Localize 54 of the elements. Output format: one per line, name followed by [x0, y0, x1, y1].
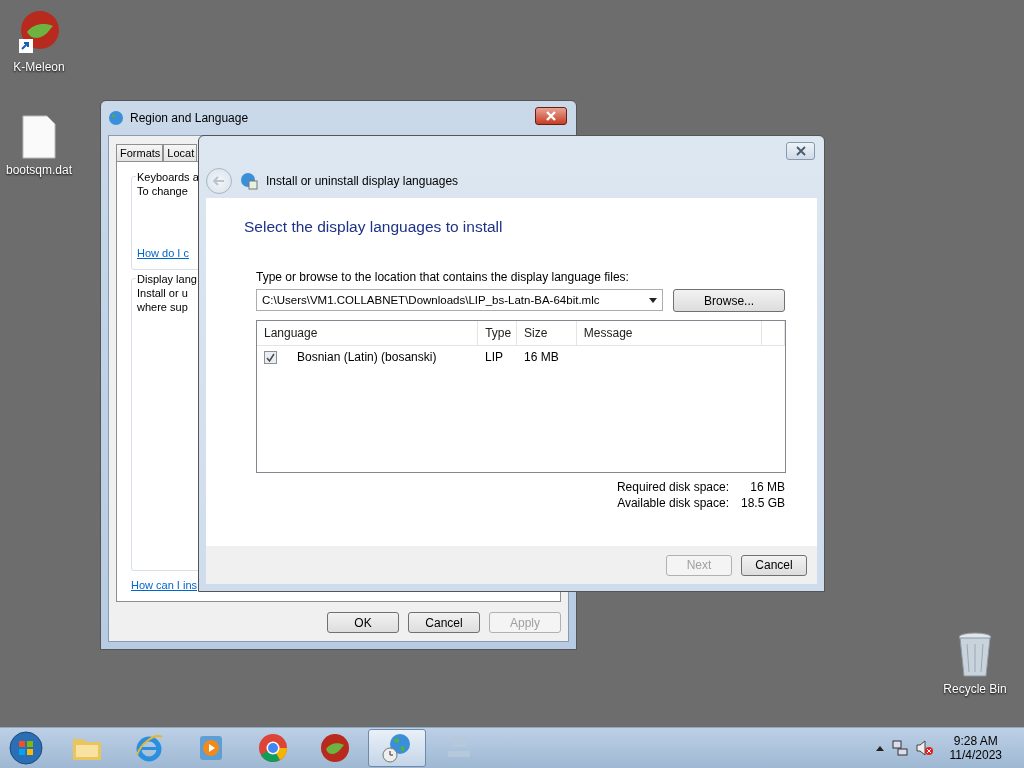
- checkbox[interactable]: [264, 350, 277, 364]
- dialog-button[interactable]: OK: [327, 612, 399, 633]
- browse-button[interactable]: Browse...: [673, 289, 785, 312]
- dialog-button[interactable]: Cancel: [741, 554, 807, 576]
- column-header[interactable]: Size: [517, 321, 577, 345]
- up-arrow-icon[interactable]: [875, 745, 884, 751]
- recycle-bin-icon: [957, 632, 993, 678]
- close-icon: [795, 146, 806, 156]
- disk-space-value: 18.5 GB: [739, 496, 785, 510]
- window-title: Region and Language: [130, 111, 249, 125]
- tab[interactable]: Locat: [163, 144, 198, 161]
- path-combobox[interactable]: C:\Users\VM1.COLLABNET\Downloads\LIP_bs-Latn-BA-64bit.mlc: [256, 289, 664, 311]
- column-header[interactable]: Type: [478, 321, 517, 345]
- globe-icon: [108, 110, 124, 126]
- start-button[interactable]: [6, 729, 46, 767]
- help-link[interactable]: How can I ins: [131, 579, 198, 591]
- clock-date[interactable]: 11/4/2023: [949, 748, 1002, 762]
- close-button[interactable]: [535, 107, 567, 125]
- lizard-icon: [16, 10, 62, 56]
- description-text: where sup: [137, 301, 188, 313]
- location-label: Type or browse to the location that contains the display language files:: [256, 270, 630, 284]
- back-arrow-icon: [213, 176, 225, 186]
- group-title: Display lang: [136, 273, 198, 285]
- dialog-button[interactable]: Cancel: [408, 612, 480, 633]
- chrome-logo-icon: [258, 733, 288, 763]
- page-heading: Select the display languages to install: [244, 218, 504, 236]
- column-header[interactable]: Message: [576, 321, 763, 345]
- disk-space-label: Required disk space:: [616, 480, 729, 494]
- play-icon: [198, 734, 224, 762]
- globe-clock-icon: [381, 732, 413, 764]
- clock-time[interactable]: 9:28 AM: [953, 734, 998, 748]
- globe-icon: [240, 172, 258, 190]
- tab[interactable]: Formats: [116, 144, 164, 161]
- close-button[interactable]: [786, 142, 815, 160]
- disk-space-value: 16 MB: [749, 480, 785, 494]
- disk-space-label: Available disk space:: [616, 496, 729, 510]
- dialog-title: Install or uninstall display languages: [266, 174, 459, 188]
- help-link[interactable]: How do I c: [137, 247, 189, 259]
- file-icon: [22, 115, 56, 159]
- lizard-icon: [320, 733, 350, 763]
- desktop-icon-label[interactable]: Recycle Bin: [943, 682, 1007, 696]
- caret-icon: [649, 297, 658, 303]
- table-cell-text: Bosnian (Latin) (bosanski): [296, 350, 438, 364]
- e-logo-icon: [134, 733, 164, 763]
- description-text: Install or u: [137, 287, 188, 299]
- desktop-icon-label[interactable]: K-Meleon: [13, 60, 65, 74]
- taskbar-button[interactable]: [368, 729, 426, 767]
- table-cell-text: LIP: [484, 350, 504, 364]
- description-text: To change: [137, 185, 188, 197]
- close-icon: [546, 111, 556, 121]
- table-cell-text: 16 MB: [523, 350, 560, 364]
- column-header[interactable]: Language: [257, 321, 479, 345]
- muted-speaker-icon[interactable]: [915, 740, 934, 756]
- desktop-icon-label[interactable]: bootsqm.dat: [5, 163, 72, 177]
